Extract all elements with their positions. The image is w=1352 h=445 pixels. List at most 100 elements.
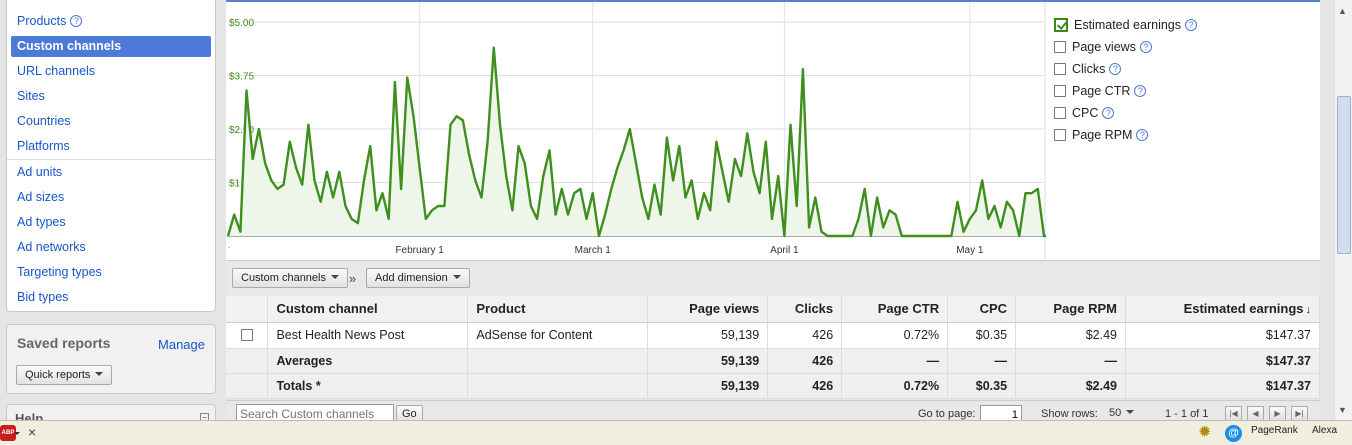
data-point: [993, 205, 996, 207]
help-icon[interactable]: ?: [1185, 19, 1198, 31]
add-dimension-button[interactable]: Add dimension: [366, 268, 470, 288]
nav-item-sites[interactable]: Sites: [11, 86, 211, 107]
data-point: [684, 196, 687, 199]
help-icon[interactable]: ?: [1139, 41, 1152, 53]
data-point: [437, 205, 439, 207]
data-point: [517, 145, 520, 147]
rows-per-page-select[interactable]: 50: [1109, 407, 1135, 419]
data-point: [907, 235, 909, 237]
scroll-up-icon[interactable]: ▲: [1338, 6, 1347, 16]
data-point: [802, 68, 804, 70]
nav-item-ad-types[interactable]: Ad types: [11, 212, 211, 233]
help-icon[interactable]: ?: [70, 15, 83, 27]
metric-page-rpm[interactable]: Page RPM?: [1054, 126, 1149, 144]
nav-item-label: Bid types: [17, 290, 69, 304]
data-point: [264, 162, 266, 164]
help-icon[interactable]: ?: [1109, 63, 1122, 75]
data-point: [901, 235, 903, 237]
data-point: [357, 222, 359, 224]
nav-divider: [7, 159, 215, 160]
rows-value: 50: [1109, 407, 1122, 419]
data-point: [882, 226, 885, 229]
column-header-product[interactable]: Product: [467, 296, 649, 323]
data-point: [233, 213, 235, 216]
checkbox-icon[interactable]: [1054, 41, 1066, 53]
column-header-custom-channel[interactable]: Custom channel: [267, 296, 469, 323]
column-header-page-ctr[interactable]: Page CTR: [841, 296, 949, 323]
data-point: [431, 209, 433, 212]
nav-item-platforms[interactable]: Platforms: [11, 136, 211, 157]
help-icon[interactable]: ?: [1102, 107, 1115, 119]
manage-link[interactable]: Manage: [158, 337, 205, 352]
nav-item-ad-sizes[interactable]: Ad sizes: [11, 187, 211, 208]
checkbox-icon[interactable]: [1054, 129, 1066, 141]
checkbox-icon[interactable]: [1054, 85, 1066, 97]
quick-reports-button[interactable]: Quick reports: [16, 365, 113, 385]
data-point: [629, 128, 631, 130]
page-scrollbar[interactable]: ▲ ▼: [1334, 0, 1352, 420]
chevron-down-icon: [95, 372, 104, 376]
help-icon[interactable]: ?: [1136, 129, 1149, 141]
clicks-cell: 426: [767, 322, 843, 349]
column-header-page-views[interactable]: Page views: [647, 296, 769, 323]
metric-estimated-earnings[interactable]: Estimated earnings?: [1054, 16, 1198, 34]
close-icon[interactable]: ×: [28, 424, 36, 440]
scroll-thumb[interactable]: [1337, 96, 1351, 254]
metric-label: Page RPM: [1072, 128, 1133, 142]
alexa-label[interactable]: Alexa: [1312, 425, 1337, 436]
metric-clicks[interactable]: Clicks?: [1054, 60, 1122, 78]
metric-page-ctr[interactable]: Page CTR?: [1054, 82, 1147, 100]
checkbox-icon[interactable]: [1054, 107, 1066, 119]
show-rows-label: Show rows:: [1041, 408, 1098, 420]
totals-row: Totals * 59,139 426 0.72% $0.35 $2.49 $1…: [226, 373, 1321, 399]
pagerank-label[interactable]: PageRank: [1251, 425, 1298, 436]
channel-link[interactable]: Best Health News Post: [267, 322, 469, 349]
axis-start-mark: .: [228, 241, 230, 250]
nav-item-products[interactable]: Products?: [11, 11, 211, 32]
page-ctr-cell: 0.72%: [841, 373, 949, 399]
nav-item-countries[interactable]: Countries: [11, 111, 211, 132]
data-point: [443, 205, 446, 207]
nav-item-targeting-types[interactable]: Targeting types: [11, 262, 211, 283]
data-point: [746, 132, 749, 135]
nav-item-ad-units[interactable]: Ad units: [11, 162, 211, 183]
nav-item-url-channels[interactable]: URL channels: [11, 61, 211, 82]
at-sign-icon[interactable]: @: [1225, 425, 1242, 442]
checkbox-icon[interactable]: [240, 329, 253, 341]
data-point: [480, 196, 483, 199]
data-point: [418, 166, 421, 169]
column-header-clicks[interactable]: Clicks: [767, 296, 843, 323]
column-header-page-rpm[interactable]: Page RPM: [1015, 296, 1126, 323]
select-column-header: [226, 296, 269, 323]
sidebar: Products? Custom channels URL channels S…: [0, 0, 222, 434]
nav-item-bid-types[interactable]: Bid types: [11, 287, 211, 308]
data-point: [938, 235, 940, 237]
data-point: [721, 171, 724, 173]
scroll-down-icon[interactable]: ▼: [1338, 405, 1347, 415]
chevron-down-icon[interactable]: [14, 432, 20, 435]
data-point: [363, 179, 365, 182]
column-header-cpc[interactable]: CPC: [947, 296, 1017, 323]
data-point: [752, 171, 755, 173]
data-point: [307, 123, 310, 126]
nav-item-custom-channels[interactable]: Custom channels: [11, 36, 211, 57]
data-point: [369, 145, 371, 147]
page-ctr-cell: —: [841, 348, 949, 374]
data-point: [591, 192, 594, 194]
data-point: [727, 201, 730, 203]
help-icon[interactable]: ?: [1134, 85, 1147, 97]
metric-cpc[interactable]: CPC?: [1054, 104, 1115, 122]
data-point: [326, 171, 328, 173]
data-point: [839, 235, 841, 237]
nav-item-ad-networks[interactable]: Ad networks: [11, 237, 211, 258]
checkbox-checked-icon[interactable]: [1054, 18, 1068, 32]
metric-page-views[interactable]: Page views?: [1054, 38, 1152, 56]
data-point: [554, 213, 557, 216]
column-header-estimated-earnings[interactable]: Estimated earnings ↓: [1125, 296, 1321, 323]
sort-desc-icon: ↓: [1305, 304, 1312, 317]
gear-icon[interactable]: ✹: [1198, 425, 1211, 441]
dimension-dropdown[interactable]: Custom channels: [232, 268, 348, 288]
metric-label: Clicks: [1072, 62, 1106, 76]
column-header-label: Estimated earnings: [1183, 301, 1304, 317]
checkbox-icon[interactable]: [1054, 63, 1066, 75]
